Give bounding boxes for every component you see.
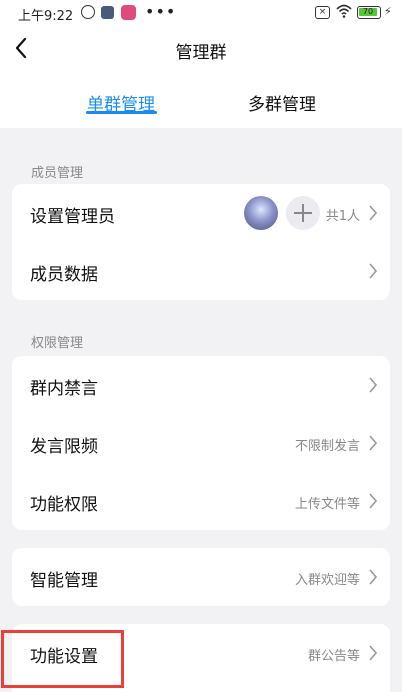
page-title: 管理群 [175,43,227,63]
section-title-member: 成员管理 [31,166,84,181]
tab-bar: 单群管理 多群管理 [0,80,402,120]
row-label: 成员数据 [30,265,98,285]
card-member-management: 设置管理员 共1人 成员数据 [12,184,390,300]
chevron-right-icon [368,492,378,510]
row-label: 功能设置 [30,647,98,667]
row-value: 群公告等 [307,649,360,664]
chevron-right-icon [368,568,378,586]
chevron-right-icon [368,434,378,452]
row-set-admin[interactable]: 设置管理员 共1人 [12,184,390,242]
card-function-settings: 功能设置 群公告等 [12,624,390,692]
battery-level: 70 [359,8,377,16]
chevron-right-icon [368,204,378,222]
row-label: 发言限频 [30,437,98,457]
row-label: 智能管理 [30,571,98,591]
row-label: 设置管理员 [30,207,115,227]
row-smart-management[interactable]: 智能管理 入群欢迎等 [12,548,390,606]
row-value: 上传文件等 [294,497,360,512]
card-permission-management: 群内禁言 发言限频 不限制发言 功能权限 上传文件等 [12,356,390,530]
row-speak-frequency[interactable]: 发言限频 不限制发言 [12,414,390,472]
chevron-right-icon [368,262,378,280]
row-mute[interactable]: 群内禁言 [12,356,390,414]
avatar [244,196,278,230]
row-function-permission[interactable]: 功能权限 上传文件等 [12,472,390,530]
row-label: 功能权限 [30,495,98,515]
section-title-permission: 权限管理 [31,336,84,351]
more-notifications-icon: ••• [145,2,177,21]
status-time: 上午9:22 [18,9,74,24]
row-label: 群内禁言 [30,379,98,399]
charging-icon: ⚡ [384,5,392,18]
card-smart-management: 智能管理 入群欢迎等 [12,548,390,606]
add-admin-icon[interactable] [286,196,320,230]
row-value: 入群欢迎等 [294,573,360,588]
status-bar: 上午9:22 ••• × 70 ⚡ [0,0,402,28]
battery-icon: 70 [357,6,381,19]
navigation-bar: 管理群 [0,28,402,68]
row-value: 不限制发言 [294,439,360,454]
app-notification-icon-2 [121,5,136,20]
chevron-right-icon [368,644,378,662]
row-function-settings[interactable]: 功能设置 群公告等 [12,624,390,682]
app-notification-icon [101,6,114,19]
tab-multi-group[interactable]: 多群管理 [248,90,316,115]
row-member-data[interactable]: 成员数据 [12,242,390,300]
sim-off-icon: × [315,6,330,19]
alarm-icon [81,5,95,19]
chevron-right-icon [368,376,378,394]
active-tab-indicator [86,111,157,114]
wifi-icon [336,3,352,19]
row-value: 共1人 [325,209,360,224]
